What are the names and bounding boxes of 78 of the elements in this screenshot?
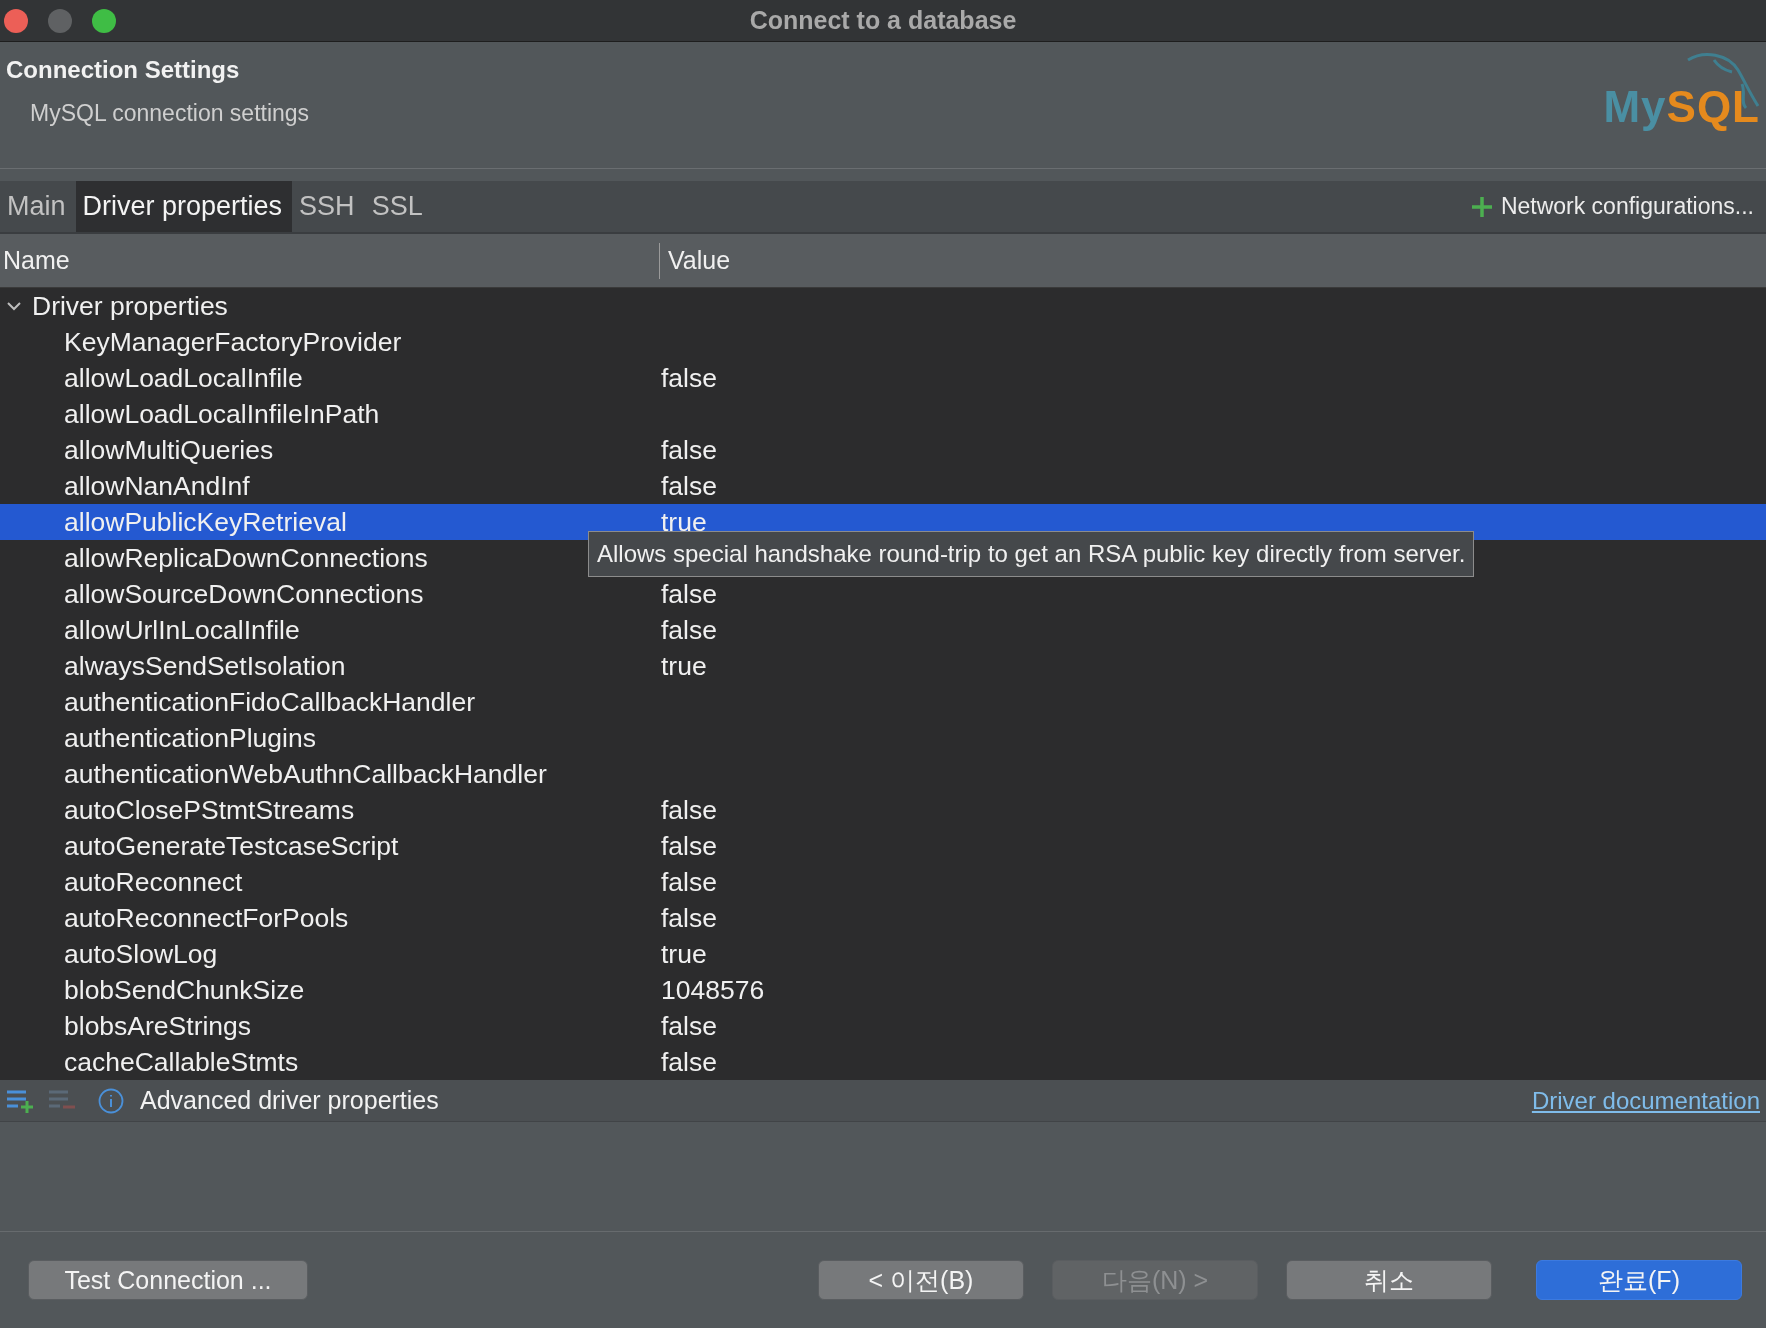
property-row[interactable]: KeyManagerFactoryProvider: [0, 324, 1766, 360]
property-name: blobsAreStrings: [64, 1010, 252, 1042]
page-title: Connection Settings: [6, 56, 241, 84]
property-row[interactable]: autoClosePStmtStreams false: [0, 792, 1766, 828]
property-name: autoClosePStmtStreams: [64, 794, 355, 826]
window-title: Connect to a database: [749, 6, 1017, 34]
property-value: false: [661, 866, 717, 898]
column-header[interactable]: Name: [0, 246, 659, 275]
property-name: allowLoadLocalInfileInPath: [64, 398, 380, 430]
property-value: false: [661, 794, 717, 826]
property-row[interactable]: alwaysSendSetIsolation true: [0, 648, 1766, 684]
tab[interactable]: Driver properties: [75, 181, 293, 232]
column-header[interactable]: Value: [665, 246, 731, 275]
property-value: false: [661, 470, 717, 502]
property-name: autoSlowLog: [64, 938, 218, 970]
property-value: false: [661, 902, 717, 934]
dialog-button[interactable]: < 이전(B): [818, 1260, 1024, 1300]
tab[interactable]: Main: [0, 181, 76, 232]
property-row[interactable]: allowSourceDownConnections false: [0, 576, 1766, 612]
driver-documentation-link[interactable]: Driver documentation: [1531, 1086, 1760, 1115]
tab[interactable]: SSH: [292, 181, 365, 232]
property-name: allowPublicKeyRetrieval: [64, 506, 347, 538]
property-name: autoReconnectForPools: [64, 902, 349, 934]
property-name: allowUrlInLocalInfile: [64, 614, 300, 646]
property-row[interactable]: autoReconnect false: [0, 864, 1766, 900]
dialog-button[interactable]: 취소: [1286, 1260, 1492, 1300]
property-name: authenticationFidoCallbackHandler: [64, 686, 475, 718]
property-value: false: [661, 362, 717, 394]
property-value: 1048576: [661, 974, 765, 1006]
property-name: allowLoadLocalInfile: [64, 362, 303, 394]
property-value: true: [661, 650, 707, 682]
info-icon: [98, 1087, 124, 1114]
logo-text: MySQL: [1603, 82, 1760, 132]
property-name: autoGenerateTestcaseScript: [64, 830, 399, 862]
property-name: KeyManagerFactoryProvider: [64, 326, 402, 358]
property-row[interactable]: authenticationFidoCallbackHandler: [0, 684, 1766, 720]
property-name: autoReconnect: [64, 866, 243, 898]
network-configurations-button[interactable]: Network configurations...: [1470, 181, 1766, 232]
property-row[interactable]: allowMultiQueries false: [0, 432, 1766, 468]
property-row[interactable]: allowNanAndInf false: [0, 468, 1766, 504]
property-row[interactable]: authenticationWebAuthnCallbackHandler: [0, 756, 1766, 792]
tree-group-label[interactable]: Driver properties: [32, 290, 228, 322]
property-value: false: [661, 830, 717, 862]
property-row[interactable]: authenticationPlugins: [0, 720, 1766, 756]
property-name: blobSendChunkSize: [64, 974, 305, 1006]
dialog-button[interactable]: Test Connection ...: [28, 1260, 308, 1300]
property-name: cacheCallableStmts: [64, 1046, 299, 1078]
tab[interactable]: SSL: [364, 181, 433, 232]
property-row[interactable]: allowLoadLocalInfile false: [0, 360, 1766, 396]
property-row[interactable]: allowLoadLocalInfileInPath: [0, 396, 1766, 432]
property-row[interactable]: blobsAreStrings false: [0, 1008, 1766, 1044]
property-row[interactable]: blobSendChunkSize 1048576: [0, 972, 1766, 1008]
plus-icon: [1470, 195, 1493, 218]
property-row[interactable]: allowUrlInLocalInfile false: [0, 612, 1766, 648]
property-value: false: [661, 1046, 717, 1078]
property-value: false: [661, 578, 717, 610]
window-control-button[interactable]: [4, 8, 28, 33]
property-value: false: [661, 614, 717, 646]
property-row[interactable]: autoGenerateTestcaseScript false: [0, 828, 1766, 864]
advanced-properties-label: Advanced driver properties: [140, 1086, 439, 1115]
property-value: false: [661, 434, 717, 466]
property-name: authenticationWebAuthnCallbackHandler: [64, 758, 547, 790]
dialog-button[interactable]: 완료(F): [1536, 1260, 1742, 1300]
tooltip: Allows special handshake round-trip to get an RSA public key directly from server.: [588, 531, 1475, 577]
property-row[interactable]: cacheCallableStmts false: [0, 1044, 1766, 1080]
property-name: allowNanAndInf: [64, 470, 250, 502]
property-name: allowMultiQueries: [64, 434, 274, 466]
property-name: alwaysSendSetIsolation: [64, 650, 346, 682]
property-name: authenticationPlugins: [64, 722, 316, 754]
property-row[interactable]: autoReconnectForPools false: [0, 900, 1766, 936]
property-row[interactable]: autoSlowLog true: [0, 936, 1766, 972]
window-control-button[interactable]: [92, 8, 116, 33]
property-value: false: [661, 1010, 717, 1042]
property-name: allowSourceDownConnections: [64, 578, 424, 610]
property-value: true: [661, 938, 707, 970]
page-subtitle: MySQL connection settings: [30, 100, 310, 127]
add-row-icon[interactable]: [6, 1088, 36, 1113]
chevron-icon[interactable]: [6, 300, 22, 312]
